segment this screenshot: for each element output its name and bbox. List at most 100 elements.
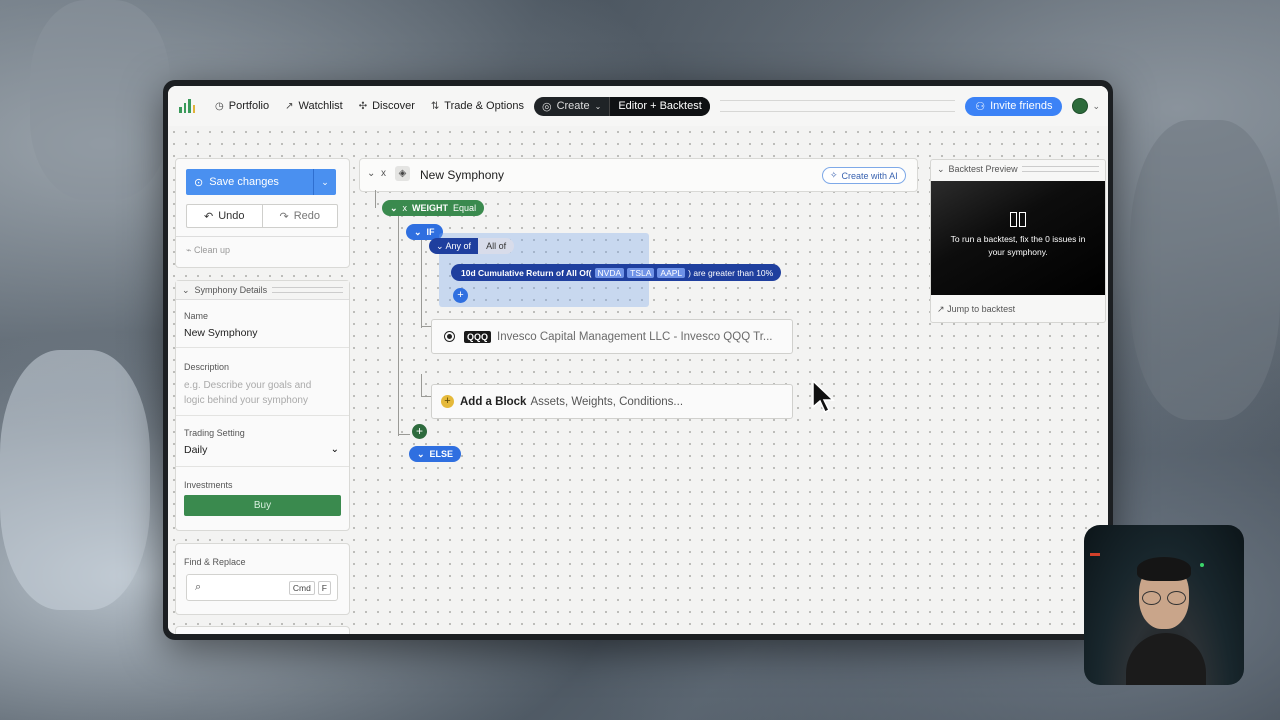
nav-discover[interactable]: ✣ Discover (353, 97, 421, 115)
chevron-down-icon: ⌄ (937, 163, 945, 174)
trading-setting-label: Trading Setting (184, 428, 245, 438)
chevron-down-icon: ⌄ (436, 241, 446, 251)
chevron-down-icon[interactable]: ⌄ (367, 168, 375, 179)
background-snow (0, 350, 150, 610)
actions-card: ⊙ Save changes ⌄ ↶ Undo ↷ Redo ⌁ Clean up (175, 158, 350, 268)
layers-icon: ◈ (395, 166, 410, 181)
chevron-down-icon: ⌄ (182, 284, 190, 295)
symphony-title[interactable]: New Symphony (420, 168, 504, 182)
ticker-chip[interactable]: AAPL (657, 267, 686, 278)
redo-icon: ↷ (279, 210, 289, 223)
broom-icon: ⌁ (186, 245, 192, 255)
any-all-toggle: ⌄ Any of All of (429, 238, 515, 254)
cmd-key: Cmd (288, 580, 315, 595)
chevron-down-icon: ⌄ (390, 202, 398, 213)
ticker-badge: QQQ (464, 330, 492, 343)
description-label: Description (184, 362, 230, 372)
tree-connector (421, 374, 422, 396)
plus-circle-icon: + (441, 395, 454, 408)
indicator-light (1200, 563, 1204, 567)
nav-trade-options[interactable]: ⇅ Trade & Options (425, 97, 530, 115)
app-window: ◷ Portfolio ↗ Watchlist ✣ Discover ⇅ Trade &… (163, 80, 1113, 640)
create-icon: ◎ (541, 100, 552, 113)
name-label: Name (184, 311, 209, 321)
divider (719, 100, 956, 112)
presenter-hair (1137, 557, 1191, 581)
background-rock (30, 0, 170, 200)
swap-icon: ⇅ (430, 100, 440, 112)
app-surface: ◷ Portfolio ↗ Watchlist ✣ Discover ⇅ Trade &… (168, 86, 1108, 634)
undo-button[interactable]: ↶ Undo (187, 205, 262, 227)
backtest-preview-panel: ⌄ Backtest Preview To run a backtest, fix… (930, 159, 1106, 323)
create-menu[interactable]: ◎ Create ⌄ Editor + Backtest (533, 96, 710, 116)
add-condition-button[interactable]: + (453, 288, 468, 303)
trend-icon: ↗ (285, 100, 294, 112)
search-icon: ⌕ (195, 581, 202, 593)
chevron-down-icon: ⌄ (594, 101, 602, 111)
nav-portfolio[interactable]: ◷ Portfolio (209, 97, 275, 115)
buy-button[interactable]: Buy (184, 495, 341, 516)
top-nav: ◷ Portfolio ↗ Watchlist ✣ Discover ⇅ Trade &… (168, 86, 1108, 126)
details-header[interactable]: ⌄ Symphony Details (176, 281, 349, 300)
name-field[interactable]: New Symphony (184, 327, 258, 339)
clean-up-button[interactable]: ⌁ Clean up (186, 245, 230, 256)
discover-icon: ✣ (358, 100, 368, 112)
ticker-chip[interactable]: TSLA (627, 267, 655, 278)
weight-equal-block[interactable]: ⌄ x WEIGHT Equal (382, 200, 485, 216)
indicator-light (1090, 553, 1100, 556)
symphony-header: ⌄ x ◈ New Symphony ✧ Create with AI (359, 158, 918, 192)
asset-block[interactable]: QQQ Invesco Capital Management LLC - Inv… (431, 319, 793, 354)
tree-connector (421, 238, 422, 328)
symphony-details-card: ⌄ Symphony Details Name New Symphony Desc… (175, 280, 350, 531)
ticker-chip[interactable]: NVDA (594, 267, 625, 278)
tree-connector (421, 396, 431, 397)
share-arrow-icon: ↗ (937, 304, 945, 314)
glasses-icon (1142, 591, 1186, 605)
description-field[interactable]: e.g. Describe your goals and logic behin… (184, 378, 329, 408)
create-with-ai-button[interactable]: ✧ Create with AI (822, 167, 906, 184)
add-root-button[interactable]: + (412, 424, 427, 439)
all-of-option[interactable]: All of (478, 238, 515, 254)
chevron-down-icon[interactable]: ⌄ (1092, 101, 1100, 112)
condition-pill[interactable]: 10d Cumulative Return of All Of( NVDA TS… (451, 264, 782, 281)
else-block[interactable]: ⌄ ELSE (409, 446, 462, 462)
backtest-preview-header[interactable]: ⌄ Backtest Preview (931, 160, 1105, 178)
chevron-down-icon: ⌄ (414, 226, 422, 237)
composer-logo-icon[interactable] (179, 99, 195, 113)
editor-canvas[interactable]: ⊙ Save changes ⌄ ↶ Undo ↷ Redo ⌁ Clean up ⌄… (168, 126, 1108, 634)
chevron-down-icon: ⌄ (417, 448, 425, 459)
save-changes-button[interactable]: ⊙ Save changes ⌄ (186, 169, 336, 195)
asset-name: Invesco Capital Management LLC - Invesco… (497, 330, 773, 343)
sidebar-card-partial (175, 626, 350, 634)
any-of-option[interactable]: ⌄ Any of (429, 238, 479, 254)
tree-connector (421, 326, 431, 327)
redo-button[interactable]: ↷ Redo (261, 205, 338, 227)
nav-watchlist[interactable]: ↗ Watchlist (279, 97, 349, 115)
user-plus-icon: ⚇ (975, 100, 986, 113)
clock-icon: ◷ (215, 100, 224, 112)
trading-setting-select[interactable]: Daily ⌄ (184, 444, 339, 456)
mouse-cursor-icon (812, 379, 835, 414)
jump-to-backtest-link[interactable]: ↗ Jump to backtest (937, 304, 1015, 315)
radio-icon (444, 331, 455, 342)
editor-backtest-tab[interactable]: Editor + Backtest (609, 96, 710, 116)
add-block-button[interactable]: + Add a Block Assets, Weights, Condition… (431, 384, 793, 419)
tree-connector (398, 214, 399, 436)
investments-label: Investments (184, 480, 233, 490)
save-options-dropdown[interactable]: ⌄ (313, 169, 336, 195)
webcam-overlay (1084, 525, 1244, 685)
presenter-body (1126, 633, 1206, 685)
find-input[interactable]: ⌕ Cmd F (186, 574, 338, 601)
check-circle-icon: ⊙ (194, 176, 204, 189)
sparkle-icon: ✧ (830, 170, 838, 180)
undo-icon: ↶ (203, 210, 214, 223)
tree-connector (398, 434, 410, 435)
background-rock (1130, 120, 1280, 420)
close-icon: x (402, 203, 408, 213)
backtest-preview-body: To run a backtest, fix the 0 issues in y… (931, 181, 1105, 295)
collapse-toggle[interactable]: x (381, 168, 386, 179)
invite-friends-button[interactable]: ⚇ Invite friends (965, 96, 1063, 116)
avatar[interactable] (1072, 98, 1089, 114)
tree-connector (375, 190, 376, 208)
pause-icon (1010, 212, 1026, 227)
